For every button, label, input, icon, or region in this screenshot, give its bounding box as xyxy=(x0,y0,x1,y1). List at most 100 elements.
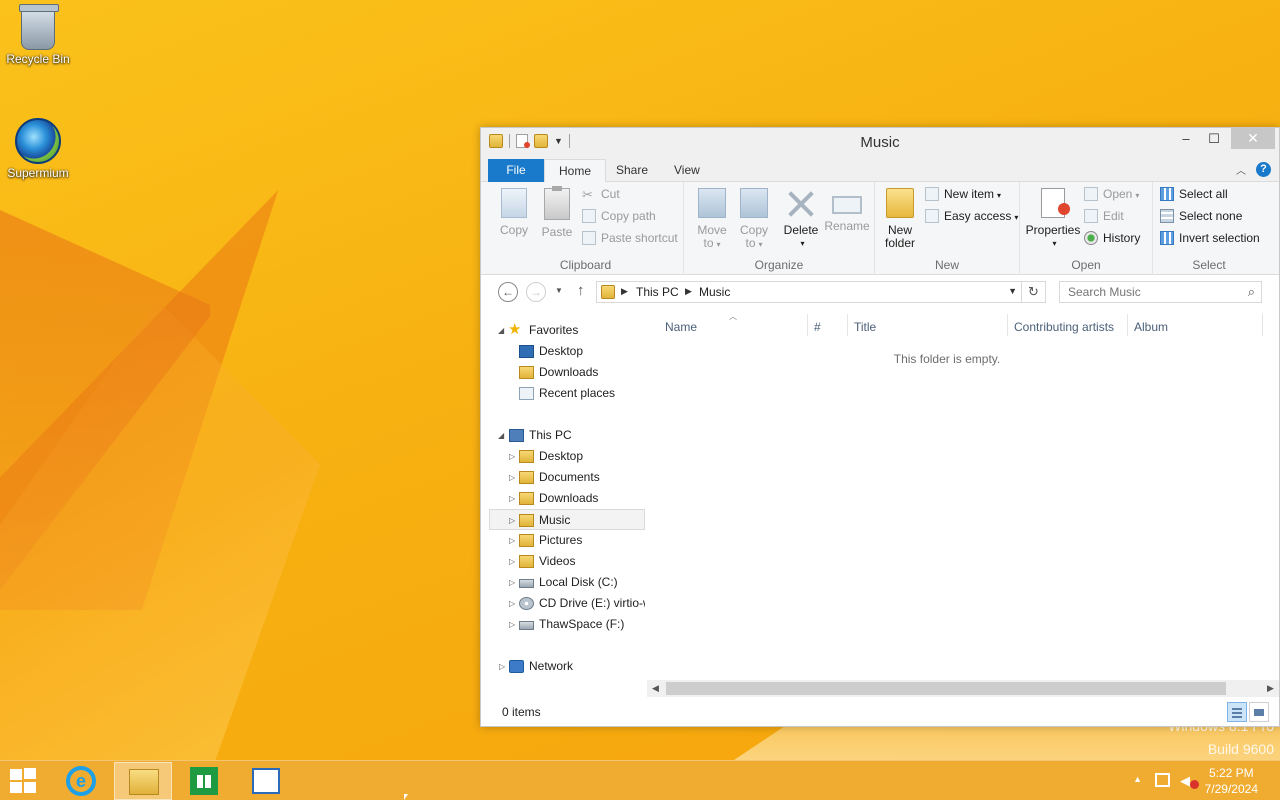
column-header-title[interactable]: Title xyxy=(854,317,876,337)
scrollbar-thumb[interactable] xyxy=(666,682,1226,695)
maximize-button[interactable]: ☐ xyxy=(1199,128,1229,149)
scroll-right-chevron-icon[interactable]: ▶ xyxy=(1262,680,1279,697)
expanded-triangle-icon[interactable]: ◢ xyxy=(498,320,504,341)
paste-button[interactable]: Paste xyxy=(536,186,578,239)
history-button[interactable]: History xyxy=(1084,228,1140,248)
collapsed-triangle-icon[interactable]: ▷ xyxy=(509,488,515,509)
large-icons-view-button[interactable] xyxy=(1249,702,1269,722)
videos-folder-icon xyxy=(519,555,534,568)
address-bar[interactable]: ▶ This PC ▶ Music ▼ xyxy=(596,281,1022,303)
tree-item-local-disk-c[interactable]: ▷ Local Disk (C:) xyxy=(481,572,645,593)
desktop-icon-supermium[interactable]: Supermium xyxy=(1,118,75,180)
breadcrumb-this-pc[interactable]: This PC xyxy=(636,285,679,299)
column-divider[interactable] xyxy=(1127,314,1128,336)
copy-path-button[interactable]: Copy path xyxy=(582,206,656,226)
close-button[interactable]: ✕ xyxy=(1231,128,1275,149)
forward-arrow-icon[interactable]: → xyxy=(526,282,546,302)
tree-item-thawspace-f[interactable]: ▷ ThawSpace (F:) xyxy=(481,614,645,635)
collapsed-triangle-icon[interactable]: ▷ xyxy=(509,551,515,572)
column-header-album[interactable]: Album xyxy=(1134,317,1168,337)
tree-item-favorites-downloads[interactable]: Downloads xyxy=(481,362,645,383)
tree-item-favorites-desktop[interactable]: Desktop xyxy=(481,341,645,362)
volume-muted-icon[interactable]: ◀ xyxy=(1180,773,1199,789)
cut-button[interactable]: ✂ Cut xyxy=(582,184,620,204)
collapsed-triangle-icon[interactable]: ▷ xyxy=(509,593,515,614)
horizontal-scrollbar[interactable]: ◀ ▶ xyxy=(647,680,1279,697)
column-divider[interactable] xyxy=(1007,314,1008,336)
new-item-button[interactable]: New item ▾ xyxy=(925,184,1001,204)
refresh-icon[interactable]: ↻ xyxy=(1022,281,1046,303)
collapsed-triangle-icon[interactable]: ▷ xyxy=(509,510,515,529)
system-clock[interactable]: 5:22 PM 7/29/2024 xyxy=(1205,765,1258,797)
tree-item-network[interactable]: ▷ Network xyxy=(481,656,645,677)
tab-view[interactable]: View xyxy=(660,159,714,182)
show-hidden-icons-chevron-up-icon[interactable]: ▲ xyxy=(1133,774,1142,784)
select-none-button[interactable]: Select none xyxy=(1160,206,1242,226)
tree-item-documents[interactable]: ▷ Documents xyxy=(481,467,645,488)
copy-to-button[interactable]: Copy to ▾ xyxy=(734,188,774,251)
up-arrow-icon[interactable]: ↑ xyxy=(577,282,585,299)
tree-item-pictures[interactable]: ▷ Pictures xyxy=(481,530,645,551)
paste-shortcut-button[interactable]: Paste shortcut xyxy=(582,228,678,248)
collapsed-triangle-icon[interactable]: ▷ xyxy=(509,467,515,488)
file-explorer-window[interactable]: ▼ Music – ☐ ✕ File Home Share View ︿ ? C… xyxy=(480,127,1280,727)
details-view-button[interactable] xyxy=(1227,702,1247,722)
expanded-triangle-icon[interactable]: ◢ xyxy=(498,425,504,446)
column-header-contributing-artists[interactable]: Contributing artists xyxy=(1014,317,1114,337)
breadcrumb-chevron-right-icon[interactable]: ▶ xyxy=(685,286,692,297)
edit-button[interactable]: Edit xyxy=(1084,206,1124,226)
collapsed-triangle-icon[interactable]: ▷ xyxy=(509,530,515,551)
tab-home[interactable]: Home xyxy=(544,159,607,183)
tree-item-this-pc[interactable]: ◢ This PC xyxy=(481,425,645,446)
collapsed-triangle-icon[interactable]: ▷ xyxy=(499,656,505,677)
column-divider[interactable] xyxy=(847,314,848,336)
minimize-ribbon-chevron-up-icon[interactable]: ︿ xyxy=(1236,162,1246,177)
open-button[interactable]: Open ▾ xyxy=(1084,184,1139,204)
tree-item-pc-downloads[interactable]: ▷ Downloads xyxy=(481,488,645,509)
column-header-name[interactable]: Name xyxy=(665,317,697,337)
taskbar-store[interactable] xyxy=(174,762,232,800)
copy-button[interactable]: Copy xyxy=(494,188,534,237)
column-header-number[interactable]: # xyxy=(814,317,821,337)
rename-button[interactable]: Rename xyxy=(824,188,870,233)
taskbar-app[interactable] xyxy=(236,762,294,800)
breadcrumb-music[interactable]: Music xyxy=(699,285,730,299)
taskbar-internet-explorer[interactable]: e xyxy=(52,762,110,800)
collapsed-triangle-icon[interactable]: ▷ xyxy=(509,446,515,467)
help-icon[interactable]: ? xyxy=(1256,162,1271,177)
network-status-icon[interactable] xyxy=(1155,773,1170,787)
address-history-chevron-down-icon[interactable]: ▼ xyxy=(1008,286,1017,296)
minimize-button[interactable]: – xyxy=(1171,128,1201,149)
scroll-left-chevron-icon[interactable]: ◀ xyxy=(647,680,664,697)
taskbar-file-explorer[interactable] xyxy=(114,762,172,800)
select-all-button[interactable]: Select all xyxy=(1160,184,1228,204)
properties-button[interactable]: Properties ▾ xyxy=(1024,188,1082,250)
collapsed-triangle-icon[interactable]: ▷ xyxy=(509,614,515,635)
desktop-icon-recycle-bin[interactable]: Recycle Bin xyxy=(1,4,75,66)
title-bar[interactable]: ▼ Music – ☐ ✕ xyxy=(481,128,1279,157)
search-icon[interactable]: ⌕ xyxy=(1248,284,1255,300)
tab-file[interactable]: File xyxy=(488,159,544,182)
file-list[interactable]: ︿ Name # Title Contributing artists Albu… xyxy=(647,312,1279,684)
column-divider[interactable] xyxy=(807,314,808,336)
new-folder-button[interactable]: New folder xyxy=(881,188,919,250)
breadcrumb-chevron-right-icon[interactable]: ▶ xyxy=(621,286,628,297)
invert-selection-button[interactable]: Invert selection xyxy=(1160,228,1260,248)
search-box[interactable]: ⌕ xyxy=(1059,281,1262,303)
start-button[interactable] xyxy=(10,768,38,794)
tree-item-videos[interactable]: ▷ Videos xyxy=(481,551,645,572)
tree-item-music[interactable]: ▷ Music xyxy=(489,509,645,530)
tree-item-pc-desktop[interactable]: ▷ Desktop xyxy=(481,446,645,467)
delete-button[interactable]: Delete ▾ xyxy=(780,188,822,250)
column-divider[interactable] xyxy=(1262,314,1263,336)
easy-access-button[interactable]: Easy access ▾ xyxy=(925,206,1018,226)
recent-locations-chevron-down-icon[interactable]: ▼ xyxy=(555,286,563,295)
move-to-button[interactable]: Move to ▾ xyxy=(692,188,732,251)
tab-share[interactable]: Share xyxy=(602,159,662,182)
collapsed-triangle-icon[interactable]: ▷ xyxy=(509,572,515,593)
tree-item-recent-places[interactable]: Recent places xyxy=(481,383,645,404)
back-arrow-icon[interactable]: ← xyxy=(498,282,518,302)
tree-item-cd-drive-e[interactable]: ▷ CD Drive (E:) virtio-w xyxy=(481,593,645,614)
tree-item-favorites[interactable]: ◢ ★ Favorites xyxy=(481,320,645,341)
search-input[interactable] xyxy=(1060,282,1230,302)
